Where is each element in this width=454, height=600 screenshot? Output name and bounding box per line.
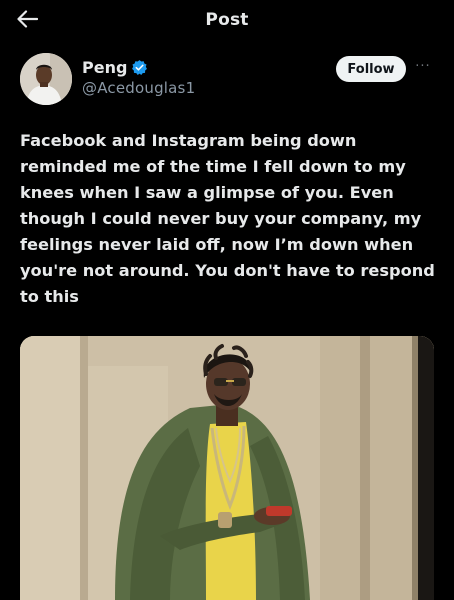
tweet-text: Facebook and Instagram being down remind… <box>20 131 435 306</box>
verified-badge-icon <box>132 59 148 75</box>
author-row: Peng @Acedouglas1 Follow ··· <box>20 53 434 105</box>
user-handle[interactable]: @Acedouglas1 <box>82 79 195 97</box>
follow-button[interactable]: Follow <box>336 56 406 82</box>
tweet-media-image[interactable] <box>20 336 434 600</box>
top-bar: Post <box>0 0 454 40</box>
author-info: Peng @Acedouglas1 <box>82 56 195 98</box>
page-title: Post <box>205 10 249 30</box>
avatar[interactable] <box>20 53 72 105</box>
more-icon[interactable]: ··· <box>412 59 434 74</box>
back-button[interactable] <box>12 6 42 32</box>
arrow-left-icon <box>17 10 38 28</box>
post-screen: Post Peng @Acedouglas1 Follow ··· Facebo… <box>0 0 454 600</box>
display-name[interactable]: Peng <box>82 58 127 77</box>
